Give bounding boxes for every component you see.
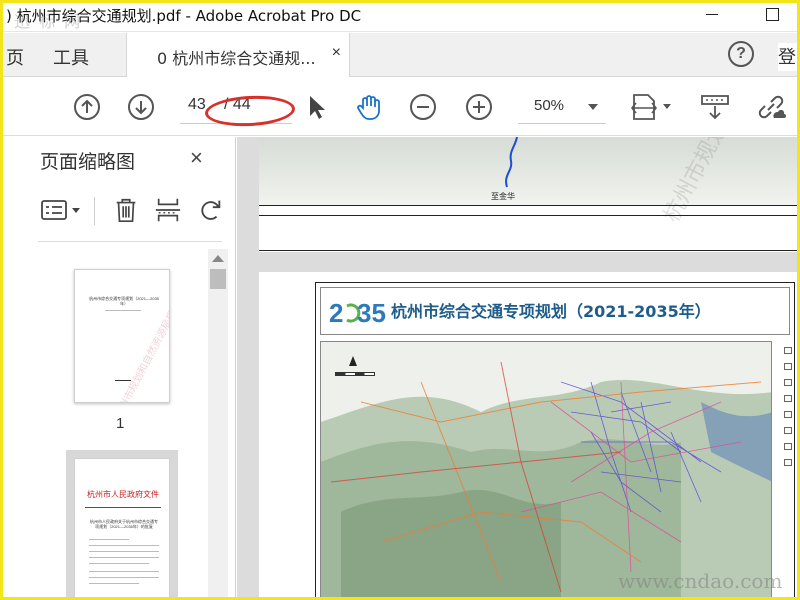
document-view[interactable]: 至金华 杭州市规划 2 35 杭州市综合交通专项规划（2021-2035年） (237, 137, 800, 600)
scroll-up-arrow-icon[interactable] (212, 255, 224, 262)
page-thumbnail-2[interactable]: 杭州市人民政府文件 杭州市人民政府关于杭州市综合交通专项规划（2021—2035… (74, 458, 170, 600)
scrolling-mode-icon[interactable] (700, 92, 730, 122)
panel-divider (38, 241, 222, 242)
legend-swatch (784, 379, 792, 386)
link-icon[interactable] (756, 92, 786, 122)
legend-swatch (784, 347, 792, 354)
legend-swatch (784, 427, 792, 434)
thumbnail-scrollbar[interactable] (208, 249, 228, 600)
map-legend (776, 341, 794, 599)
help-icon[interactable]: ? (728, 41, 754, 67)
scale-bar (335, 372, 375, 376)
menu-bar: 页 工具 0 杭州市综合交通规... × ? 登 (0, 33, 800, 77)
rule-line (259, 215, 800, 216)
thumbnail-stamp: 杭州市规划和自然资源局规划公告专用 (113, 269, 170, 403)
tab-label: 0 杭州市综合交通规... (157, 49, 316, 68)
red-rule (85, 507, 161, 508)
text-line (89, 563, 149, 564)
zoom-out-icon[interactable] (408, 92, 438, 122)
watermark-overlay: 迅 标 网 (14, 12, 83, 31)
maximize-button[interactable] (766, 8, 779, 21)
svg-text:2: 2 (329, 298, 343, 328)
legend-swatch (784, 459, 792, 466)
menu-home[interactable]: 页 (6, 44, 24, 70)
map-header: 2 35 杭州市综合交通专项规划（2021-2035年） (320, 287, 790, 335)
panel-title: 页面缩略图 (40, 151, 136, 173)
select-arrow-icon[interactable] (302, 92, 332, 122)
svg-text:35: 35 (357, 298, 386, 328)
hand-icon[interactable] (354, 92, 384, 122)
legend-swatch (784, 443, 792, 450)
minimize-button[interactable] (706, 14, 718, 15)
text-line (89, 545, 159, 546)
rule-line (259, 205, 800, 206)
document-tab[interactable]: 0 杭州市综合交通规... × (126, 33, 350, 77)
rule-line (259, 250, 800, 251)
legend-swatch (784, 411, 792, 418)
sign-in-button[interactable]: 登 (778, 43, 800, 71)
insert-page-icon[interactable] (154, 195, 182, 225)
map-frame: 2 35 杭州市综合交通专项规划（2021-2035年） (315, 282, 795, 600)
menu-tools[interactable]: 工具 (53, 44, 89, 70)
thumbnail-title: 杭州市综合交通专项规划（2021—2035年） (89, 296, 159, 306)
zoom-value: 50% (534, 97, 565, 114)
legend-swatch (784, 395, 792, 402)
scroll-down-icon[interactable] (126, 92, 156, 122)
tab-close-button[interactable]: × (332, 44, 341, 62)
river-line (505, 137, 518, 188)
text-line (89, 539, 129, 540)
map-title: 杭州市综合交通专项规划（2021-2035年） (391, 302, 711, 321)
text-line (89, 571, 159, 572)
text-line (89, 551, 159, 552)
chevron-down-icon (588, 104, 598, 110)
thumbnail-text: 杭州市人民政府关于杭州市综合交通专项规划（2021—2035年）的批复 (90, 519, 158, 529)
zoom-dropdown[interactable]: 50% (518, 90, 606, 124)
current-page: 43 (188, 96, 206, 113)
site-watermark: www.cndao.com (618, 569, 783, 593)
options-icon[interactable] (40, 195, 84, 225)
text-line (89, 577, 159, 578)
red-document-header: 杭州市人民政府文件 (87, 490, 159, 499)
page-thumbnail-1[interactable]: 杭州市综合交通专项规划（2021—2035年） 杭州市规划和自然资源局规划公告专… (74, 269, 170, 403)
thumbnails-panel: 页面缩略图 × 杭州市综合交通专项规划（2021—2035年） 杭州市规划和自然… (0, 137, 236, 600)
toolbar-divider (94, 197, 95, 225)
scrollbar-thumb[interactable] (210, 269, 226, 289)
map-graphic (321, 342, 771, 598)
delete-icon[interactable] (112, 195, 140, 225)
page-fit-icon[interactable] (630, 92, 674, 122)
rotate-icon[interactable] (196, 195, 224, 225)
logo-2035: 2 35 (329, 298, 386, 328)
scroll-up-icon[interactable] (72, 92, 102, 122)
page-number-1: 1 (116, 415, 125, 432)
place-label: 至金华 (491, 192, 515, 201)
toolbar: 43 / 44 50% (0, 78, 800, 136)
text-line (89, 557, 159, 558)
previous-page: 至金华 杭州市规划 (259, 137, 800, 252)
transport-map (320, 341, 772, 599)
legend-swatch (784, 363, 792, 370)
title-bar: ) 杭州市综合交通规划.pdf - Adobe Acrobat Pro DC 迅… (0, 0, 800, 32)
text-line (105, 310, 141, 311)
current-page: 2 35 杭州市综合交通专项规划（2021-2035年） (259, 272, 800, 600)
close-icon[interactable]: × (190, 145, 203, 171)
text-line (89, 583, 139, 584)
north-arrow-icon (349, 356, 357, 366)
zoom-in-icon[interactable] (464, 92, 494, 122)
text-line (115, 380, 131, 381)
